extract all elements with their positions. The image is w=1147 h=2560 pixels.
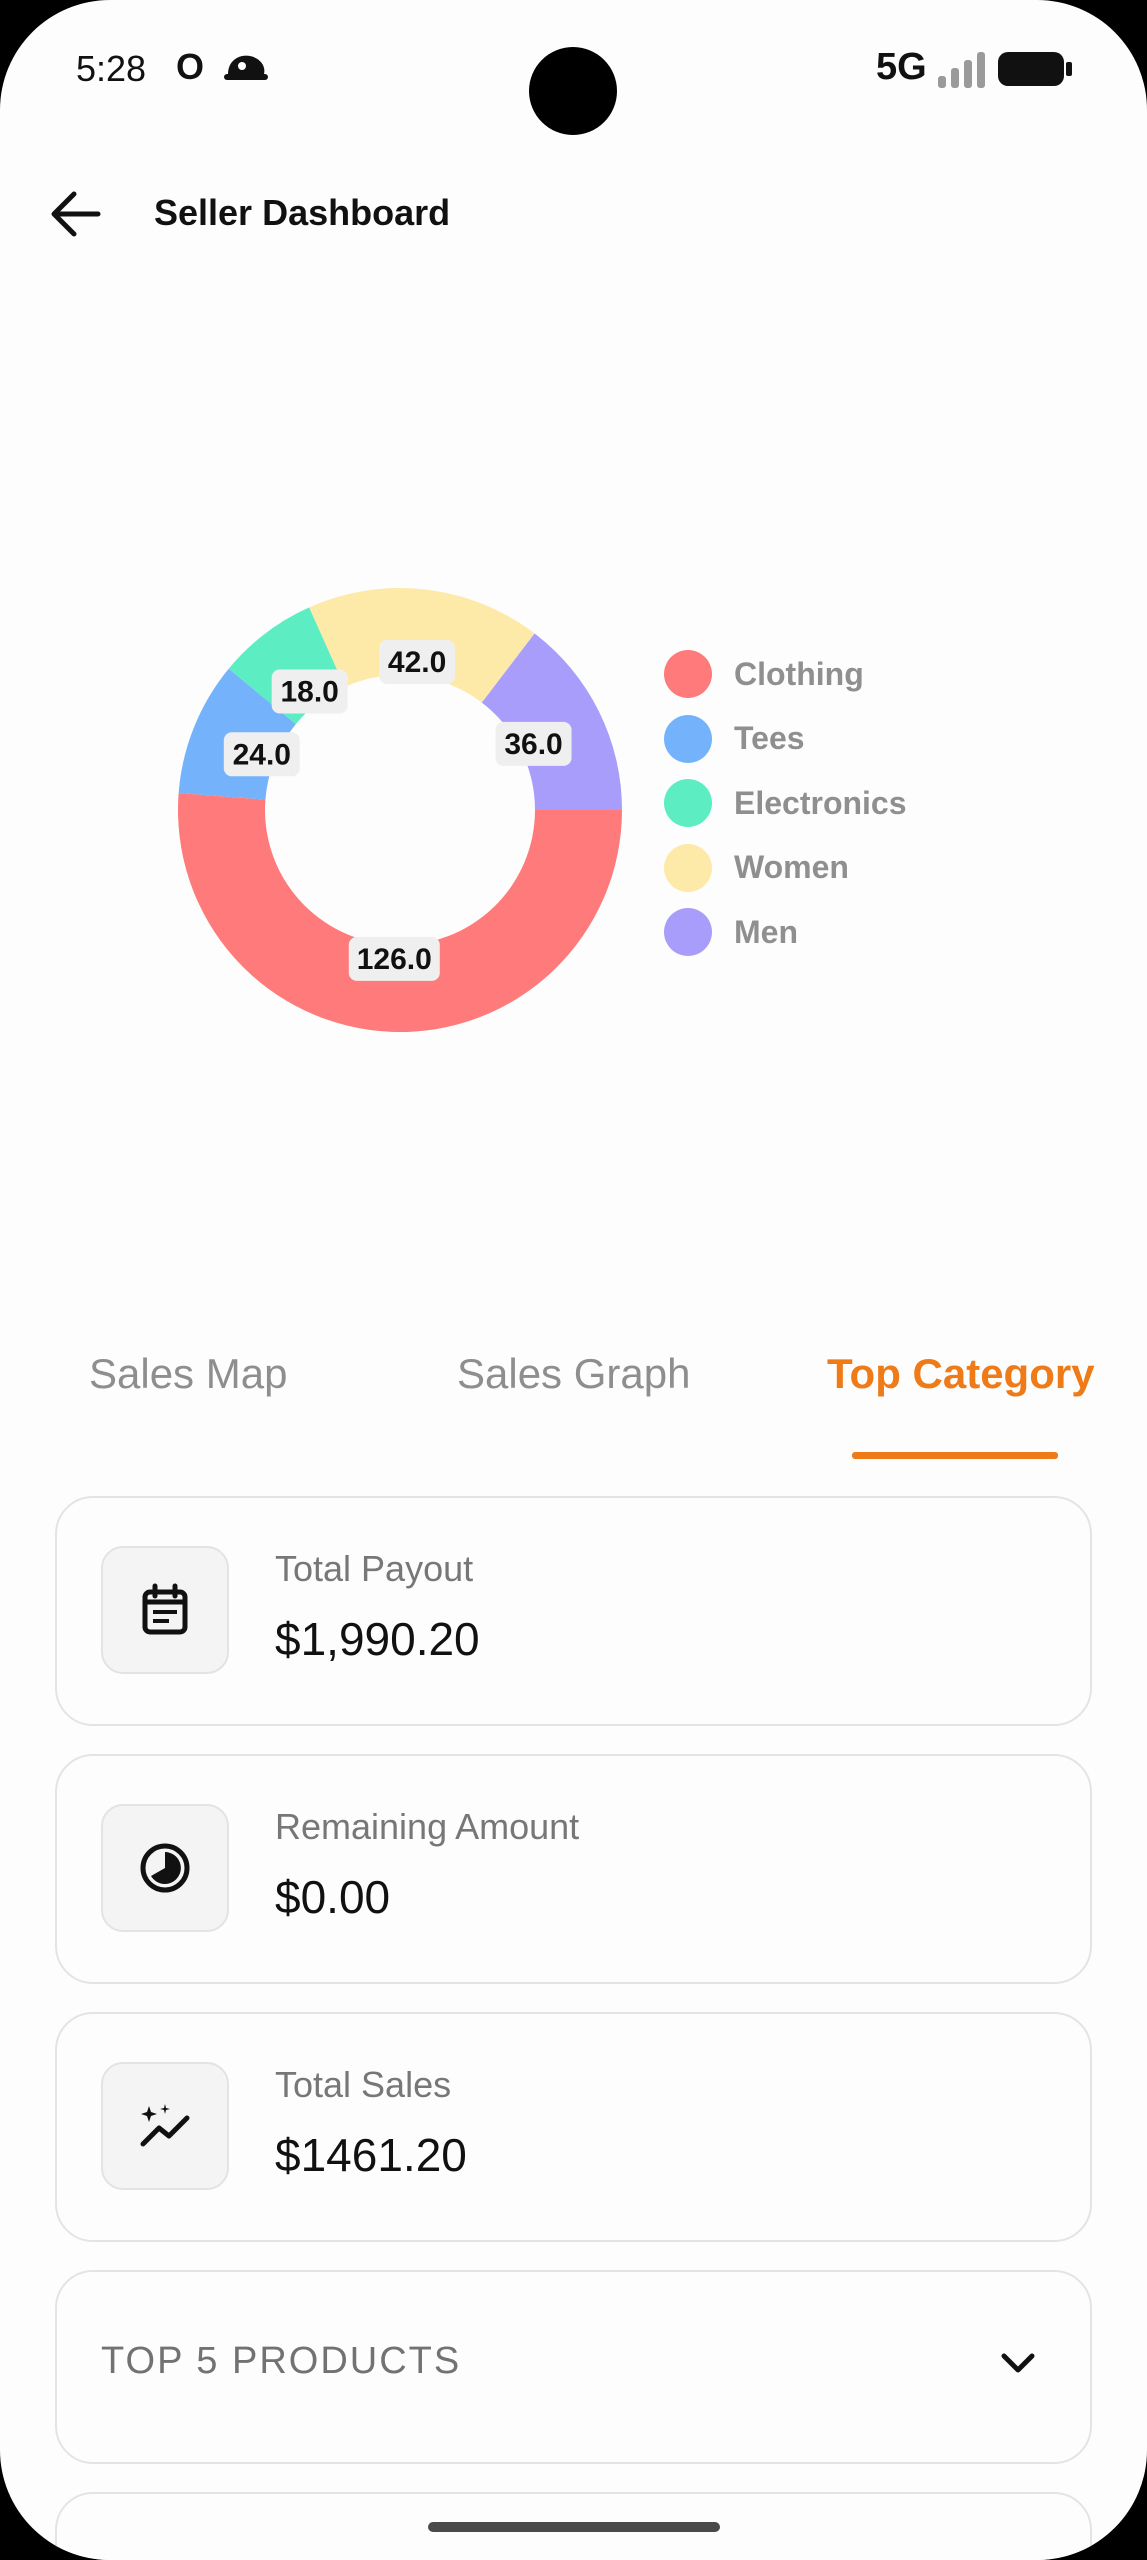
legend-label: Tees [734, 720, 805, 757]
legend-swatch [664, 714, 712, 763]
svg-text:42.0: 42.0 [388, 646, 446, 679]
back-button[interactable] [44, 186, 108, 242]
status-time: 5:28 [76, 48, 147, 89]
tab-sales-graph[interactable]: Sales Graph [457, 1350, 690, 1398]
arrow-left-icon [51, 191, 101, 237]
tab-bar: Sales Map Sales Graph Top Category [0, 1340, 1147, 1464]
svg-text:126.0: 126.0 [357, 943, 432, 976]
accordion-label: TOP 5 PRODUCTS [101, 2340, 462, 2382]
legend-swatch [664, 843, 712, 892]
legend-label: Women [734, 849, 849, 886]
top-products-accordion[interactable]: TOP 5 PRODUCTS [55, 2270, 1092, 2464]
sparkle-trend-icon [101, 2062, 229, 2190]
remaining-amount-card: Remaining Amount $0.00 [55, 1754, 1092, 1984]
svg-text:18.0: 18.0 [280, 676, 338, 709]
pie-progress-icon [101, 1804, 229, 1932]
network-type: 5G [876, 46, 927, 88]
camera-cutout [529, 47, 617, 135]
legend-item: Electronics [664, 771, 907, 836]
slice-value-label: 126.0 [348, 936, 440, 981]
legend-label: Men [734, 913, 798, 950]
calendar-icon [101, 1546, 229, 1674]
signal-icon [938, 52, 985, 88]
slice-value-label: 18.0 [271, 669, 348, 714]
legend-item: Clothing [664, 642, 907, 707]
card-value: $1461.20 [275, 2129, 467, 2181]
legend-swatch [664, 650, 712, 699]
slice-value-label: 36.0 [495, 721, 572, 766]
legend-item: Tees [664, 707, 907, 772]
app-screen: 5:28 O 5G Seller Dashboard 126.0 24.0 18.0… [0, 0, 1147, 2560]
battery-icon [998, 52, 1072, 86]
svg-text:36.0: 36.0 [504, 728, 562, 761]
card-value: $0.00 [275, 1871, 391, 1923]
tab-sales-map[interactable]: Sales Map [89, 1350, 287, 1398]
slice-value-label: 42.0 [379, 639, 456, 684]
svg-text:24.0: 24.0 [233, 738, 291, 771]
tab-top-category[interactable]: Top Category [827, 1350, 1095, 1398]
chart-legend: Clothing Tees Electronics Women Men [664, 642, 907, 965]
card-value: $1,990.20 [275, 1613, 480, 1665]
legend-swatch [664, 779, 712, 828]
home-indicator[interactable] [428, 2522, 720, 2532]
legend-swatch [664, 908, 712, 957]
status-app-letter: O [176, 46, 205, 87]
chevron-down-icon [1001, 2353, 1035, 2373]
page-title: Seller Dashboard [154, 192, 451, 233]
donut-slice-clothing[interactable] [178, 793, 622, 1032]
card-label: Total Payout [275, 1548, 474, 1589]
active-tab-indicator [852, 1452, 1058, 1459]
card-label: Remaining Amount [275, 1806, 580, 1847]
app-notification-icon [224, 55, 268, 80]
total-sales-card: Total Sales $1461.20 [55, 2012, 1092, 2242]
legend-item: Men [664, 900, 907, 965]
legend-item: Women [664, 836, 907, 901]
legend-label: Clothing [734, 655, 864, 692]
legend-label: Electronics [734, 784, 907, 821]
slice-value-label: 24.0 [223, 732, 300, 777]
total-payout-card: Total Payout $1,990.20 [55, 1496, 1092, 1726]
category-donut-chart: 126.0 24.0 18.0 42.0 36.0 [178, 588, 622, 1032]
card-label: Total Sales [275, 2064, 452, 2105]
